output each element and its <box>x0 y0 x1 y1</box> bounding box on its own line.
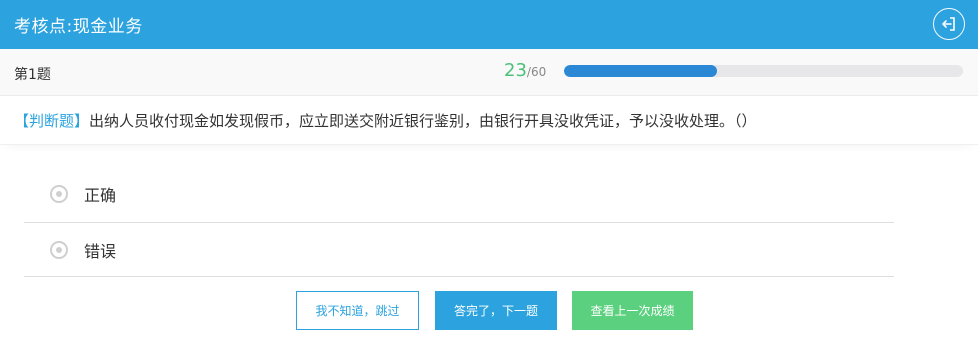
question-number: 第1题 <box>14 67 51 83</box>
option-correct[interactable]: 正确 <box>24 166 894 223</box>
question-count: 23/60 <box>504 60 546 81</box>
view-last-score-button[interactable]: 查看上一次成绩 <box>572 291 693 330</box>
answer-options: 正确 错误 <box>24 170 894 277</box>
question-type: 【判断题】 <box>14 111 90 130</box>
page-title: 考核点:现金业务 <box>14 17 143 37</box>
progress-fill <box>564 65 717 77</box>
question-row: 【判断题】 出纳人员收付现金如发现假币，应立即送交附近银行鉴别，由银行开具没收凭证… <box>0 96 978 145</box>
option-label: 错误 <box>84 241 117 261</box>
top-bar: 考核点:现金业务 <box>0 0 978 49</box>
skip-button[interactable]: 我不知道，跳过 <box>296 291 419 330</box>
progress-row: 第1题 23/60 <box>0 49 978 96</box>
exit-button[interactable] <box>933 8 965 40</box>
total-count: /60 <box>526 65 547 79</box>
progress-bar <box>564 65 963 77</box>
option-wrong[interactable]: 错误 <box>24 223 894 277</box>
question-text: 出纳人员收付现金如发现假币，应立即送交附近银行鉴别，由银行开具没收凭证，予以没收… <box>89 111 757 130</box>
exit-icon <box>942 17 955 31</box>
current-count: 23 <box>504 60 527 81</box>
next-button[interactable]: 答完了，下一题 <box>435 291 557 330</box>
option-label: 正确 <box>84 186 117 205</box>
radio-icon[interactable] <box>50 240 68 259</box>
radio-icon[interactable] <box>50 185 68 203</box>
